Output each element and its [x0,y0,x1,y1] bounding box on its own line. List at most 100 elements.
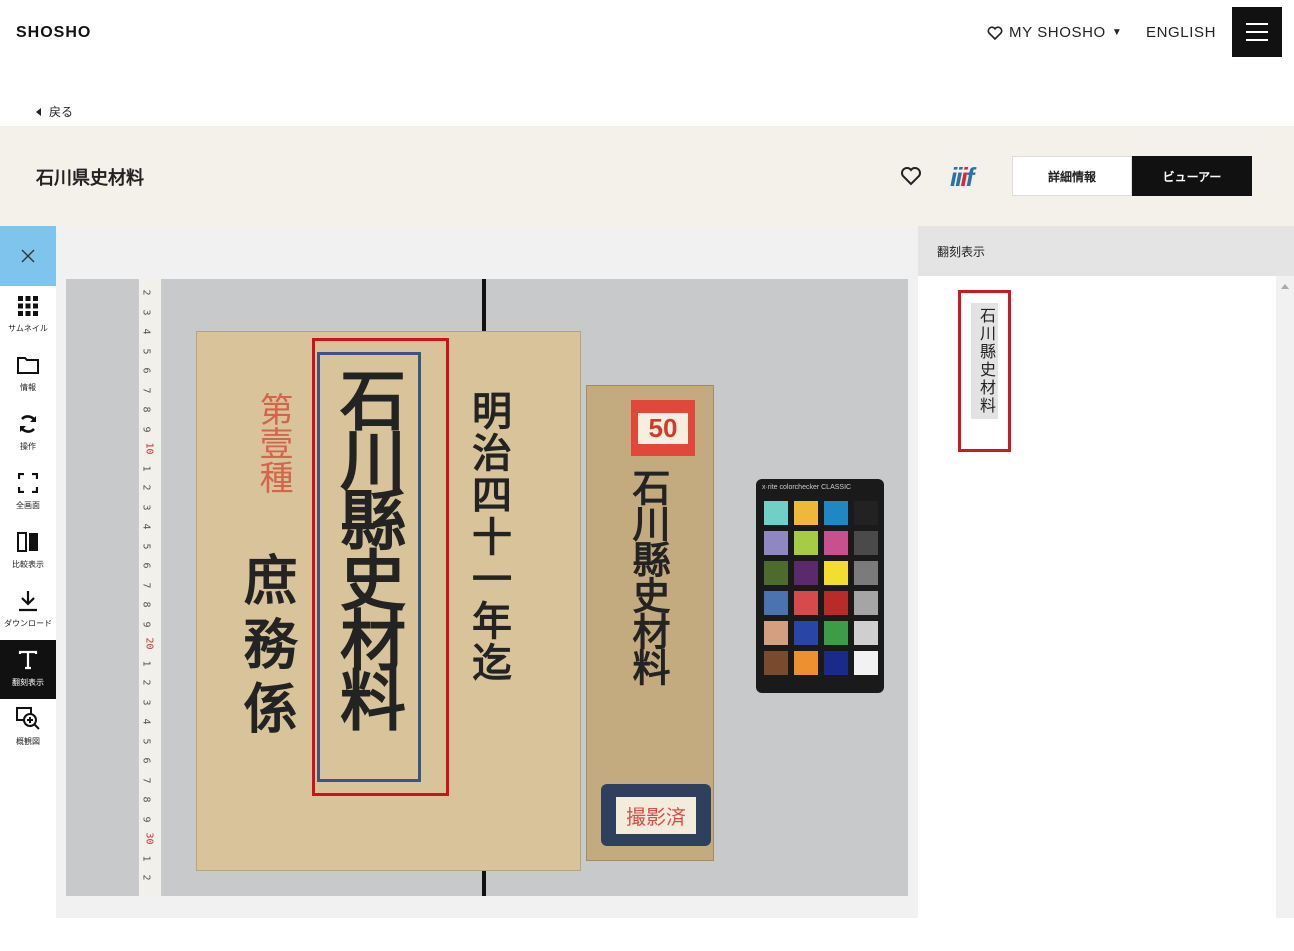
swatch [824,531,848,555]
view-tabs: 詳細情報 ビューアー [1012,156,1252,196]
top-bar: SHOSHO MY SHOSHO ▼ ENGLISH [0,0,1294,68]
tool-compare[interactable]: 比較表示 [0,522,56,581]
site-logo[interactable]: SHOSHO [16,24,91,42]
ruler-mark: 3 [140,308,152,316]
swatch [824,561,848,585]
checker-brand: x·rite colorchecker CLASSIC [762,484,852,491]
ruler-mark: 20 [143,637,155,650]
ruler-mark: 7 [140,776,152,784]
back-link[interactable]: 戻る [36,103,73,120]
swatch [854,651,878,675]
transcription-heading: 翻刻表示 [918,226,1294,276]
back-label: 戻る [49,105,74,119]
swatch [794,561,818,585]
transcription-text[interactable]: 石川縣史材料 [971,303,998,419]
folder-icon [16,353,40,377]
ruler-mark: 6 [140,367,152,374]
image-viewer[interactable]: 2 3 4 5 6 7 8 9 10 1 2 3 4 5 6 7 8 9 20 1 2 3 4 5 6 7 8 9 30 1 2 石川縣史材… [56,226,918,918]
back-arrow-icon [36,107,41,116]
ruler-mark: 1 [140,659,152,667]
ruler-mark: 8 [140,406,152,413]
swatch [764,651,788,675]
cover-department: 庶務係 [234,552,298,744]
swatch [794,591,818,615]
download-icon [16,589,40,613]
fullscreen-icon [16,471,40,495]
tool-label: 翻刻表示 [12,678,44,687]
swatch [854,621,878,645]
viewer-toolbar: サムネイル 情報 操作 全画面 比較表示 ダウンロード 翻刻表示 概観図 [0,226,56,766]
zoom-map-icon [16,707,40,731]
tool-overview-map[interactable]: 概観図 [0,699,56,758]
measuring-ruler: 2 3 4 5 6 7 8 9 10 1 2 3 4 5 6 7 8 9 20 1 2 3 4 5 6 7 8 9 30 1 2 [138,279,162,896]
hamburger-line [1246,39,1268,41]
rotate-icon [16,412,40,436]
favorite-heart-icon[interactable] [900,166,922,186]
number-label-text: 50 [638,412,688,444]
tool-label: ダウンロード [4,619,52,628]
tab-viewer[interactable]: ビューアー [1132,156,1252,196]
ruler-mark: 10 [143,442,155,455]
caret-down-icon: ▼ [1111,27,1123,38]
tool-operate[interactable]: 操作 [0,404,56,463]
transcription-body: 石川縣史材料 [918,276,1276,918]
swatch [794,501,818,525]
heart-icon [987,25,1003,40]
second-cover: 50 石川縣史材料 撮影済 [586,385,714,861]
scroll-up-arrow-icon[interactable] [1281,284,1289,289]
ruler-mark: 5 [140,347,152,355]
swatch [854,501,878,525]
tool-label: サムネイル [8,324,48,333]
tool-info[interactable]: 情報 [0,345,56,404]
ruler-mark: 2 [140,679,152,686]
ruler-mark: 4 [140,523,152,530]
ruler-mark: 1 [140,854,152,862]
transcription-panel: 翻刻表示 石川縣史材料 [918,226,1294,918]
stamp-text: 撮影済 [616,796,696,834]
tool-label: 比較表示 [12,560,44,569]
ruler-mark: 8 [140,796,152,803]
swatch [824,621,848,645]
tool-fullscreen[interactable]: 全画面 [0,463,56,522]
ruler-mark: 5 [140,542,152,550]
cover-number: 第壹種 [253,392,293,494]
swatch [794,621,818,645]
ruler-mark: 6 [140,562,152,569]
ruler-mark: 2 [140,874,152,881]
swatch [764,501,788,525]
swatch [764,621,788,645]
tool-label: 全画面 [16,501,40,510]
ruler-mark: 30 [143,832,155,845]
hamburger-menu-button[interactable] [1232,7,1282,57]
tab-details[interactable]: 詳細情報 [1012,156,1132,196]
transcription-highlight[interactable] [312,338,449,796]
ruler-mark: 3 [140,503,152,511]
ruler-mark: 2 [140,484,152,491]
document-scan[interactable]: 2 3 4 5 6 7 8 9 10 1 2 3 4 5 6 7 8 9 20 1 2 3 4 5 6 7 8 9 30 1 2 石川縣史材… [66,279,908,896]
text-icon [16,648,40,672]
swatch [764,531,788,555]
my-shosho-menu[interactable]: MY SHOSHO ▼ [987,24,1122,41]
hamburger-line [1246,23,1268,25]
color-swatches [764,501,878,675]
ruler-mark: 5 [140,737,152,745]
ruler-mark: 8 [140,601,152,608]
close-icon [21,249,35,263]
photographed-stamp: 撮影済 [601,784,711,846]
tool-download[interactable]: ダウンロード [0,581,56,640]
swatch [764,591,788,615]
ruler-mark: 2 [140,289,152,296]
tool-thumbnails[interactable]: サムネイル [0,286,56,345]
iiif-logo-icon[interactable]: iiif [950,162,974,193]
ruler-mark: 7 [140,386,152,394]
tool-transcription[interactable]: 翻刻表示 [0,640,56,699]
language-switch[interactable]: ENGLISH [1146,24,1216,41]
ruler-mark: 7 [140,581,152,589]
my-shosho-label: MY SHOSHO [1009,24,1106,41]
transcription-selection-box[interactable]: 石川縣史材料 [958,290,1011,452]
close-toolbar-button[interactable] [0,226,56,286]
second-title: 石川縣史材料 [626,468,671,684]
swatch [824,591,848,615]
transcription-scrollbar[interactable] [1276,276,1294,918]
swatch [794,531,818,555]
